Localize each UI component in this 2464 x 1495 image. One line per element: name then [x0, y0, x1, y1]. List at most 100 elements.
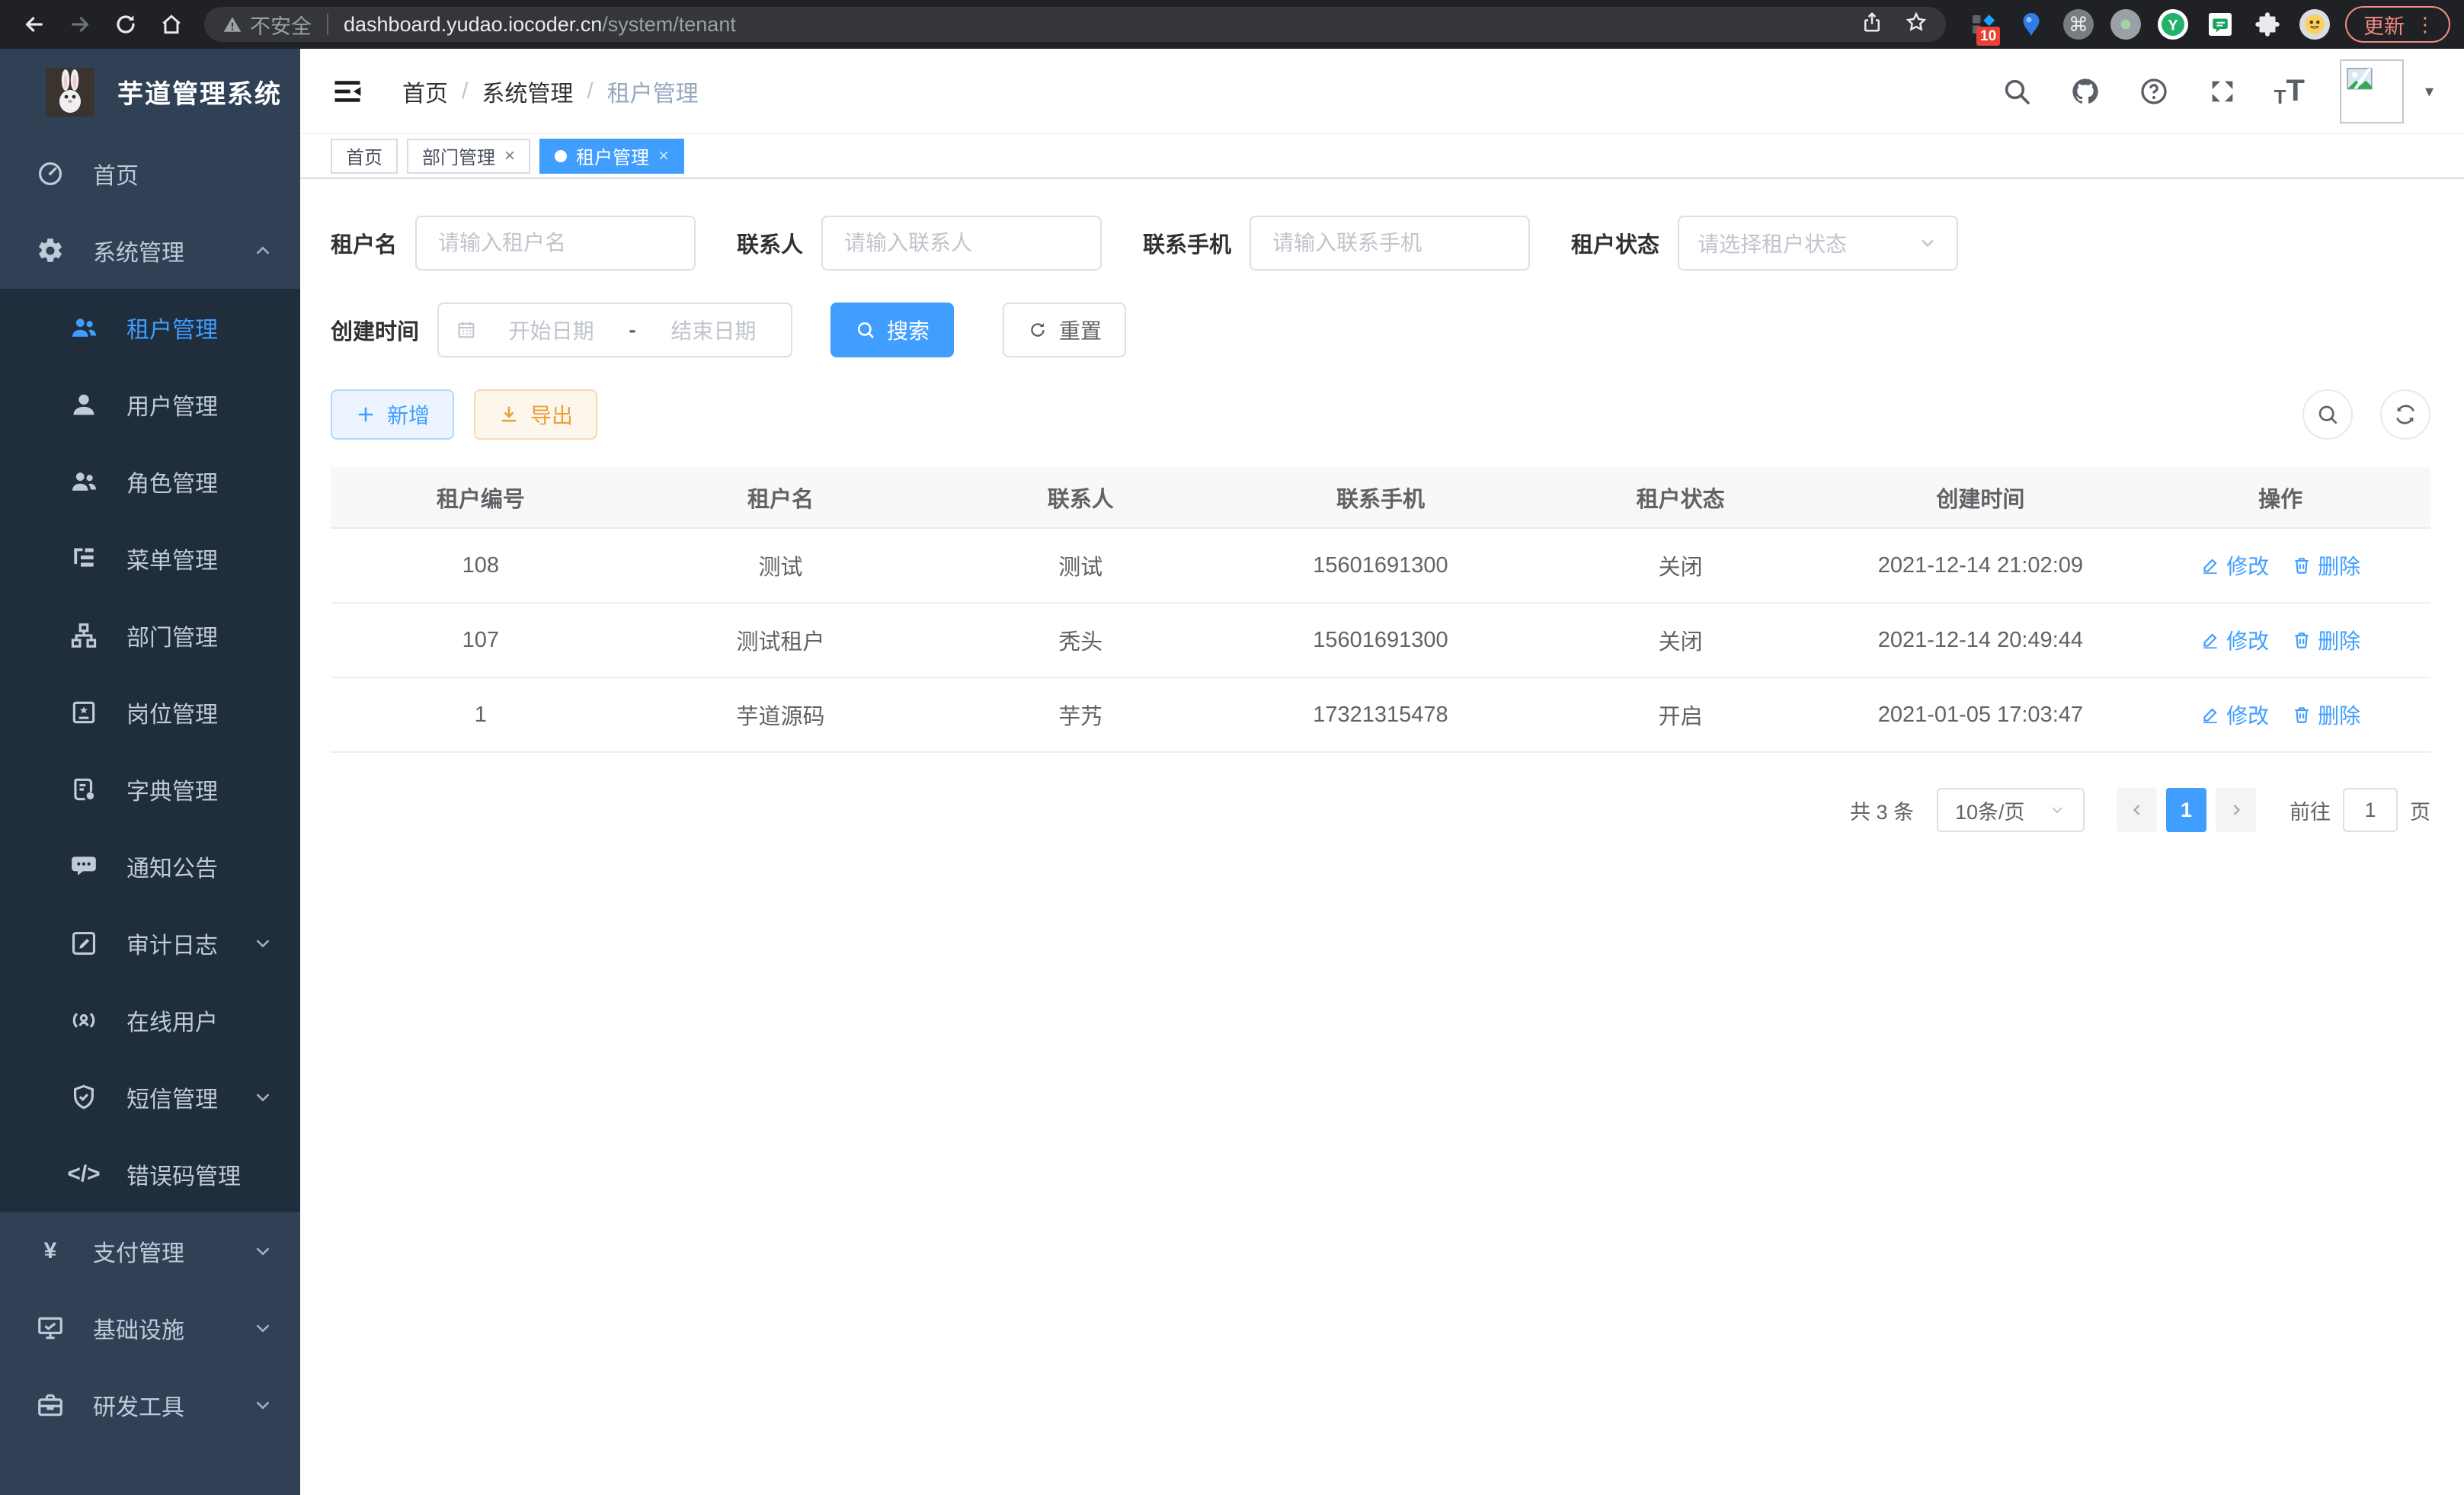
sidebar-item-menu[interactable]: 菜单管理	[0, 520, 300, 597]
ext-y-icon[interactable]: Y	[2158, 9, 2188, 40]
fullscreen-icon[interactable]	[2206, 75, 2239, 108]
edit-link[interactable]: 修改	[2200, 625, 2269, 655]
avatar[interactable]	[2340, 59, 2404, 123]
not-secure-warning[interactable]: 不安全	[222, 10, 312, 40]
table-header-cell: 租户编号	[331, 467, 631, 528]
sidebar-item-role[interactable]: 角色管理	[0, 443, 300, 520]
delete-link[interactable]: 删除	[2292, 550, 2360, 581]
browser-back-icon[interactable]	[14, 4, 55, 45]
export-button[interactable]: 导出	[474, 389, 597, 440]
sidebar-item-user[interactable]: 用户管理	[0, 366, 300, 443]
tenant-name-input[interactable]	[415, 216, 696, 271]
ext-status-icon[interactable]	[2110, 9, 2141, 40]
sidebar-item-notice[interactable]: 通知公告	[0, 828, 300, 904]
edit-link[interactable]: 修改	[2200, 699, 2269, 730]
github-icon[interactable]	[2069, 75, 2102, 108]
sidebar-item-label: 在线用户	[126, 1004, 274, 1037]
refresh-table-button[interactable]	[2380, 389, 2430, 440]
sidebar-item-dept[interactable]: 部门管理	[0, 597, 300, 674]
date-range-picker[interactable]: 开始日期 - 结束日期	[437, 303, 792, 357]
ext-balloon-icon[interactable]	[2016, 9, 2046, 40]
chevron-down-icon	[251, 932, 274, 955]
page-number-1[interactable]: 1	[2166, 788, 2206, 832]
extensions-puzzle-icon[interactable]	[2252, 9, 2283, 40]
ext-chat-icon[interactable]	[2205, 9, 2235, 40]
header-search-icon[interactable]	[2000, 75, 2034, 108]
ext-blocks-icon[interactable]: 10	[1969, 9, 1999, 40]
goto-page-input[interactable]	[2343, 788, 2398, 832]
sidebar-item-home[interactable]: 首页	[0, 135, 300, 212]
edit-link-label: 修改	[2226, 550, 2269, 581]
sidebar-item-post[interactable]: 岗位管理	[0, 674, 300, 751]
bookmark-star-icon[interactable]	[1905, 11, 1928, 39]
code-icon: </>	[67, 1157, 101, 1191]
sidebar-item-errcode[interactable]: </>错误码管理	[0, 1135, 300, 1212]
sidebar-logo[interactable]: 芋道管理系统	[0, 49, 300, 135]
tab-close-icon[interactable]: ×	[658, 147, 669, 165]
tab-close-icon[interactable]: ×	[504, 147, 515, 165]
sidebar-item-tenant[interactable]: 租户管理	[0, 289, 300, 366]
browser-home-icon[interactable]	[151, 4, 192, 45]
sidebar-item-system[interactable]: 系统管理	[0, 212, 300, 289]
filter-status: 租户状态 请选择租户状态	[1571, 216, 1958, 271]
url-text: dashboard.yudao.iocoder.cn/system/tenant	[344, 13, 1861, 37]
delete-link[interactable]: 删除	[2292, 625, 2360, 655]
help-icon[interactable]	[2137, 75, 2171, 108]
filter-mobile: 联系手机	[1143, 216, 1530, 271]
share-icon[interactable]	[1861, 11, 1883, 39]
sidebar-item-label: 角色管理	[126, 465, 274, 498]
ext-badge: 10	[1976, 27, 2000, 46]
svg-text:Y: Y	[2168, 18, 2178, 34]
filter-label: 租户状态	[1571, 227, 1659, 259]
search-icon	[855, 319, 876, 341]
breadcrumb-item[interactable]: 首页	[402, 75, 448, 108]
edit-link[interactable]: 修改	[2200, 550, 2269, 581]
next-page-button[interactable]	[2216, 788, 2256, 832]
chevron-up-icon	[251, 239, 274, 262]
sidebar-collapse-icon[interactable]	[331, 75, 364, 108]
add-button[interactable]: 新增	[331, 389, 454, 440]
filter-row-1: 租户名 联系人 联系手机 租户状态 请选择租户状态	[331, 216, 2430, 271]
ext-emoji-icon[interactable]	[2299, 9, 2330, 40]
address-bar[interactable]: 不安全 dashboard.yudao.iocoder.cn/system/te…	[204, 7, 1946, 42]
tree-icon	[67, 619, 101, 652]
tab-部门管理[interactable]: 部门管理×	[407, 139, 530, 174]
log-icon	[67, 927, 101, 960]
sidebar-item-devtool[interactable]: 研发工具	[0, 1366, 300, 1443]
table-header-cell: 创建时间	[1831, 467, 2131, 528]
mobile-input[interactable]	[1250, 216, 1530, 271]
search-button-label: 搜索	[887, 315, 930, 345]
tab-首页[interactable]: 首页	[331, 139, 398, 174]
delete-link[interactable]: 删除	[2292, 699, 2360, 730]
status-select[interactable]: 请选择租户状态	[1678, 216, 1958, 271]
ext-command-icon[interactable]: ⌘	[2063, 9, 2094, 40]
sidebar-item-label: 研发工具	[93, 1388, 251, 1422]
breadcrumb-item[interactable]: 系统管理	[482, 75, 573, 108]
sidebar-item-infra[interactable]: 基础设施	[0, 1289, 300, 1366]
reset-button[interactable]: 重置	[1003, 303, 1126, 357]
online-icon	[67, 1004, 101, 1037]
breadcrumb-separator: /	[587, 78, 593, 104]
pagination: 共 3 条 10条/页 1 前往 页	[331, 788, 2430, 832]
update-button[interactable]: 更新 ⋮	[2345, 6, 2450, 43]
sidebar-item-sms[interactable]: 短信管理	[0, 1058, 300, 1135]
prev-page-button[interactable]	[2117, 788, 2157, 832]
search-button[interactable]: 搜索	[830, 303, 954, 357]
sidebar-item-dict[interactable]: 字典管理	[0, 751, 300, 828]
font-size-icon[interactable]: TT	[2274, 74, 2305, 108]
download-icon	[498, 404, 520, 425]
avatar-caret-icon[interactable]: ▾	[2425, 82, 2434, 101]
sidebar-item-pay[interactable]: ¥支付管理	[0, 1212, 300, 1289]
money-icon: ¥	[34, 1234, 67, 1268]
page-size-select[interactable]: 10条/页	[1937, 788, 2085, 832]
contact-input[interactable]	[821, 216, 1102, 271]
browser-reload-icon[interactable]	[105, 4, 146, 45]
sidebar-item-online[interactable]: 在线用户	[0, 981, 300, 1058]
breadcrumb: 首页/系统管理/租户管理	[402, 75, 699, 108]
select-placeholder: 请选择租户状态	[1698, 228, 1917, 258]
sidebar-item-audit[interactable]: 审计日志	[0, 904, 300, 981]
browser-forward-icon[interactable]	[59, 4, 101, 45]
toggle-search-button[interactable]	[2302, 389, 2353, 440]
tab-租户管理[interactable]: 租户管理×	[539, 139, 684, 174]
sidebar-menu: 首页系统管理租户管理用户管理角色管理菜单管理部门管理岗位管理字典管理通知公告审计…	[0, 135, 300, 1495]
